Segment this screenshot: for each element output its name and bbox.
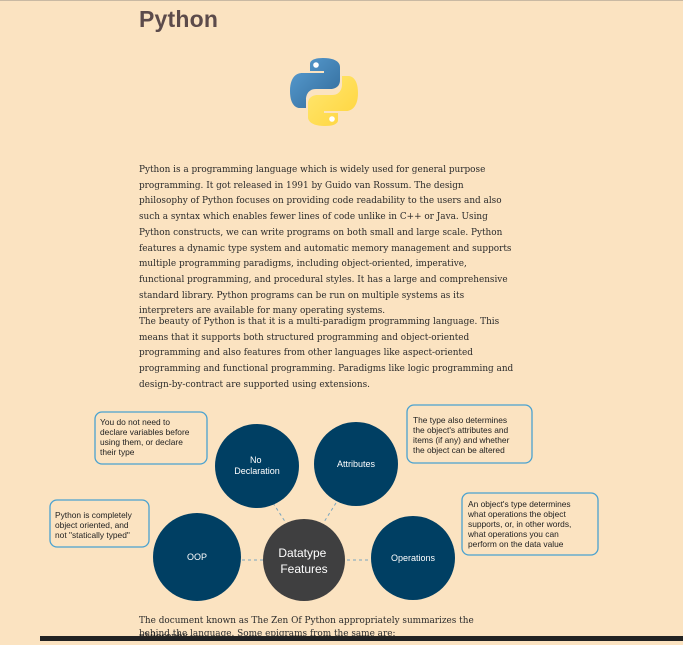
page-title: Python (139, 6, 219, 32)
node-center-circle (263, 519, 345, 601)
callout-oop-text: Python is completely object oriented, an… (55, 510, 134, 540)
datatype-features-diagram: You do not need to declare variables bef… (49, 404, 599, 601)
node-oop-label: OOP (187, 552, 207, 562)
callout-attributes-text: The type also determines the object's at… (413, 415, 512, 455)
callout-operations-text: An object's type determines what operati… (467, 499, 574, 549)
python-logo-eye-top (313, 62, 319, 68)
paradigm-paragraph: The beauty of Python is that it is a mul… (139, 317, 514, 390)
intro-paragraph: Python is a programming language which i… (139, 165, 512, 317)
top-border (0, 0, 683, 1)
node-attributes-label: Attributes (337, 459, 376, 469)
node-operations-label: Operations (391, 553, 436, 563)
python-logo-eye-bottom (329, 116, 335, 122)
python-logo (290, 58, 358, 126)
bottom-bar (40, 636, 683, 641)
callout-no-declaration-text: You do not need to declare variables bef… (100, 417, 192, 457)
